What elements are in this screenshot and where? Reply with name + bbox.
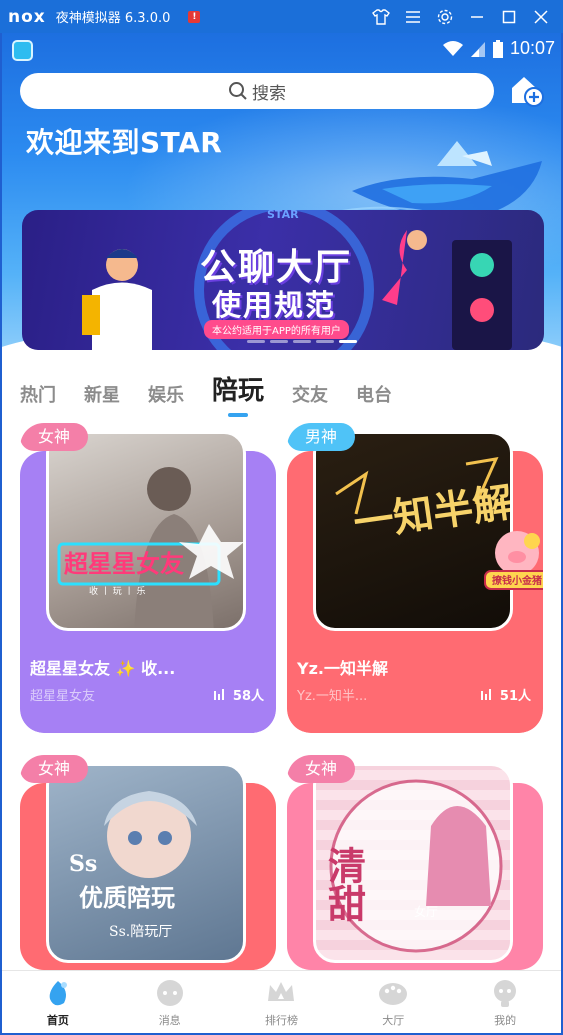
tab-companion[interactable]: 陪玩 — [212, 370, 264, 407]
tab-radio[interactable]: 电台 — [356, 381, 392, 407]
nav-label: 排行榜 — [264, 1014, 298, 1027]
card-badge: 女神 — [20, 423, 89, 451]
card-art-top: Ss — [69, 851, 97, 877]
room-card[interactable]: 男神 一知半解 撩钱小金猪 Yz.一知半解 Yz.一知半... 51人 — [287, 423, 543, 733]
emulator-title-bar: nox 夜神模拟器 6.3.0.0 ! — [0, 0, 563, 33]
banner-logo-text: STAR — [267, 210, 299, 221]
card-art-subtitle: Ss.陪玩厅 — [109, 924, 172, 940]
nav-messages[interactable]: 消息 — [114, 971, 226, 1033]
emulator-title: 夜神模拟器 6.3.0.0 — [55, 11, 171, 26]
tab-new-star[interactable]: 新星 — [84, 381, 120, 407]
online-count-text: 51人 — [499, 689, 531, 704]
room-name: Yz.一知半解 — [297, 659, 388, 678]
signal-icon — [470, 41, 485, 57]
status-time: 10:07 — [509, 38, 555, 58]
nav-label: 大厅 — [382, 1014, 405, 1027]
card-art-title: 清甜 — [322, 846, 367, 922]
crown-icon — [268, 982, 295, 1001]
battery-icon — [492, 39, 503, 58]
gear-icon[interactable] — [429, 0, 461, 33]
banner-subtitle: 使用规范 — [212, 288, 337, 322]
tab-friends[interactable]: 交友 — [292, 381, 328, 407]
card-art-subtitle: 收 丨 玩 丨 乐 — [89, 585, 145, 597]
room-cover-image: 超星星女友 收 丨 玩 丨 乐 — [46, 431, 246, 631]
menu-icon[interactable] — [397, 0, 429, 33]
search-bar[interactable]: 搜索 — [20, 73, 494, 109]
category-tabs: 热门 新星 娱乐 陪玩 交友 电台 — [20, 367, 420, 407]
room-cover-image: Ss 优质陪玩 Ss.陪玩厅 — [46, 763, 246, 963]
bottom-navigation: 首页 消息 排行榜 大厅 我的 — [2, 970, 561, 1033]
card-art-subtitle: 女厅 — [414, 904, 438, 919]
room-card[interactable]: 女神 Ss 优质陪玩 Ss.陪玩厅 — [20, 755, 276, 970]
card-badge: 女神 — [287, 755, 356, 783]
search-icon — [229, 82, 247, 100]
nav-profile[interactable]: 我的 — [449, 971, 561, 1033]
card-art-title: 超星星女友 — [64, 550, 184, 578]
room-cover-image: 清甜 女厅 — [313, 763, 513, 963]
create-room-icon[interactable] — [508, 72, 544, 108]
profile-icon — [494, 980, 517, 1007]
app-notification-icon — [12, 40, 33, 61]
maximize-icon[interactable] — [493, 0, 525, 33]
nav-label: 消息 — [158, 1014, 181, 1027]
wifi-icon — [442, 40, 463, 56]
tab-hot[interactable]: 热门 — [20, 381, 56, 407]
tab-entertainment[interactable]: 娱乐 — [148, 381, 184, 407]
emulator-logo: nox — [8, 6, 46, 27]
search-placeholder: 搜索 — [252, 83, 286, 104]
banner-tagline: 本公约适用于APP的所有用户 — [204, 320, 349, 339]
card-art-title: 优质陪玩 — [79, 883, 175, 912]
card-badge: 女神 — [20, 755, 89, 783]
carousel-indicator — [247, 340, 357, 343]
online-count-text: 58人 — [232, 689, 264, 704]
phone-screen: 10:07 搜索 欢迎来到STAR STAR 公聊大厅 使用规范 本公约适用于A… — [2, 33, 561, 1033]
welcome-title: 欢迎来到STAR — [26, 126, 223, 159]
status-bar: 10:07 — [2, 33, 561, 67]
shirt-icon[interactable] — [365, 0, 397, 33]
minimize-icon[interactable] — [461, 0, 493, 33]
online-count: 51人 — [480, 685, 531, 704]
nav-label: 首页 — [46, 1014, 69, 1027]
room-owner: 超星星女友 — [30, 689, 96, 704]
piggy-sticker-icon: 撩钱小金猪 — [484, 531, 543, 590]
home-icon — [49, 981, 67, 1006]
room-card[interactable]: 女神 清甜 女厅 — [287, 755, 543, 970]
card-badge: 男神 — [287, 423, 356, 451]
audio-bars-icon — [213, 688, 224, 700]
sticker-label: 撩钱小金猪 — [492, 574, 542, 587]
alert-icon[interactable]: ! — [188, 10, 201, 23]
audio-bars-icon — [480, 688, 491, 700]
nav-hall[interactable]: 大厅 — [337, 971, 449, 1033]
online-count: 58人 — [213, 685, 264, 704]
nav-label: 我的 — [494, 1014, 517, 1027]
banner-carousel[interactable]: STAR 公聊大厅 使用规范 本公约适用于APP的所有用户 — [22, 210, 544, 350]
hall-icon — [379, 983, 408, 1005]
room-name: 超星星女友 ✨ 收... — [30, 659, 176, 678]
nav-home[interactable]: 首页 — [2, 971, 114, 1033]
room-card[interactable]: 女神 超星星女友 收 丨 玩 丨 乐 超星星女友 ✨ 收... 超星星女友 58… — [20, 423, 276, 733]
message-icon — [156, 980, 183, 1006]
room-owner: Yz.一知半... — [297, 689, 368, 704]
nav-ranking[interactable]: 排行榜 — [226, 971, 338, 1033]
close-icon[interactable] — [525, 0, 557, 33]
